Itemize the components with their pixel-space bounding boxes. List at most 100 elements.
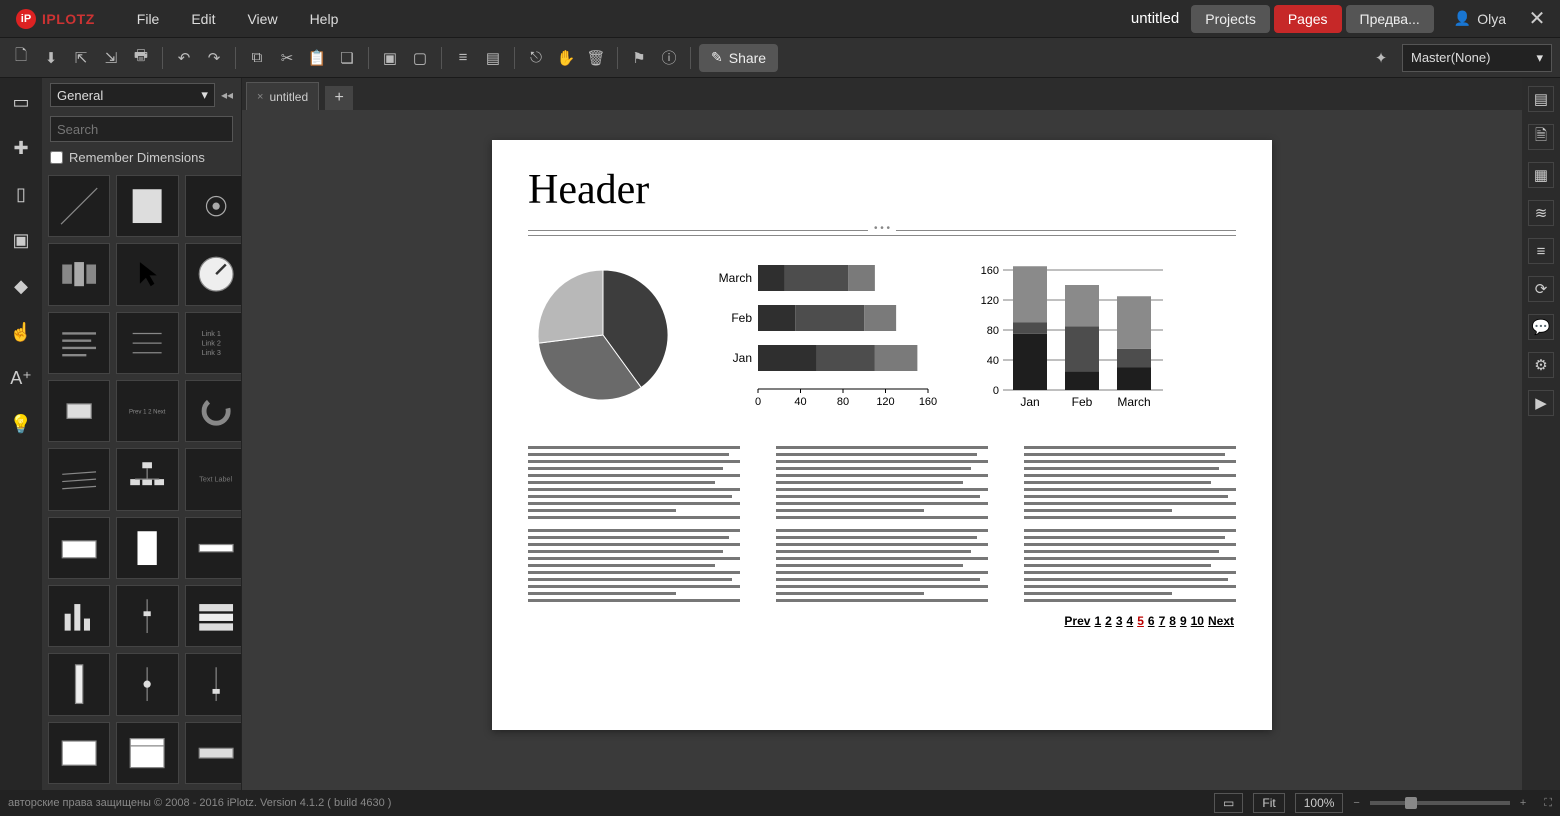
delete-icon[interactable]: 🗑 <box>583 45 609 71</box>
component-sitemap[interactable] <box>116 448 178 510</box>
image-icon[interactable]: ▣ <box>9 228 33 252</box>
mockup-page[interactable]: Header MarchFebJan04080120160 0408012016… <box>492 140 1272 730</box>
info-icon[interactable]: ⓘ <box>656 45 682 71</box>
component-pagination[interactable]: Prev 1 2 Next <box>116 380 178 442</box>
menu-edit[interactable]: Edit <box>179 5 227 33</box>
pages-panel-icon[interactable]: ▤ <box>1528 86 1554 112</box>
projects-button[interactable]: Projects <box>1191 5 1270 33</box>
component-card[interactable] <box>116 175 178 237</box>
component-carousel[interactable] <box>48 243 110 305</box>
pager-link[interactable]: 4 <box>1127 614 1134 628</box>
text-columns[interactable] <box>528 436 1236 602</box>
device-icon[interactable]: ▯ <box>9 182 33 206</box>
component-slider3[interactable] <box>185 653 241 715</box>
component-vslider[interactable] <box>116 585 178 647</box>
pager-link[interactable]: 8 <box>1169 614 1176 628</box>
component-list[interactable] <box>116 312 178 374</box>
duplicate-icon[interactable]: ❏ <box>334 45 360 71</box>
pages-button[interactable]: Pages <box>1274 5 1342 33</box>
horizontal-bar-chart[interactable]: MarchFebJan04080120160 <box>708 260 938 420</box>
remember-dimensions-checkbox[interactable] <box>50 151 63 164</box>
zoom-in-icon[interactable]: + <box>1520 797 1526 809</box>
component-button[interactable] <box>185 722 241 784</box>
text-icon[interactable]: A⁺ <box>9 366 33 390</box>
component-ruler-v[interactable] <box>48 653 110 715</box>
preview-button[interactable]: Предва... <box>1346 5 1434 33</box>
component-table[interactable] <box>48 380 110 442</box>
zoom-value[interactable]: 100% <box>1295 793 1344 813</box>
pager-link[interactable]: 3 <box>1116 614 1123 628</box>
history-icon[interactable]: ⟳ <box>1528 276 1554 302</box>
menu-help[interactable]: Help <box>298 5 351 33</box>
settings-icon[interactable]: ⚙ <box>1528 352 1554 378</box>
magic-icon[interactable]: ✦ <box>1368 45 1394 71</box>
user-chip[interactable]: 👤 Olya <box>1454 10 1506 27</box>
category-select[interactable]: General ▾ <box>50 83 215 107</box>
fullscreen-icon[interactable]: ⛶ <box>1544 797 1552 810</box>
component-line[interactable] <box>48 175 110 237</box>
collapse-panel-button[interactable]: ◂◂ <box>221 88 233 102</box>
master-select[interactable]: Master(None) ▾ <box>1402 44 1552 72</box>
component-page[interactable] <box>116 517 178 579</box>
component-links[interactable]: Link 1Link 2Link 3 <box>185 312 241 374</box>
widgets-icon[interactable]: ▭ <box>9 90 33 114</box>
copy-icon[interactable]: ⧉ <box>244 45 270 71</box>
component-spinner[interactable] <box>185 380 241 442</box>
component-slider2[interactable] <box>116 653 178 715</box>
share-button[interactable]: ✎ Share <box>699 44 778 72</box>
link-icon[interactable]: ⎋ <box>523 45 549 71</box>
pager-link[interactable]: 5 <box>1137 614 1144 628</box>
hand-icon[interactable]: ✋ <box>553 45 579 71</box>
pager-link[interactable]: 2 <box>1105 614 1112 628</box>
canvas[interactable]: Header MarchFebJan04080120160 0408012016… <box>242 110 1522 790</box>
component-textlabel[interactable]: Text Label <box>185 448 241 510</box>
component-barchart[interactable] <box>48 585 110 647</box>
component-radio[interactable] <box>185 175 241 237</box>
component-cursor[interactable] <box>116 243 178 305</box>
undo-icon[interactable]: ↶ <box>171 45 197 71</box>
document-tab[interactable]: × untitled <box>246 82 319 110</box>
paste-icon[interactable]: 📋 <box>304 45 330 71</box>
component-lines[interactable] <box>48 448 110 510</box>
component-tooltip[interactable] <box>48 517 110 579</box>
list-icon[interactable]: ≡ <box>1528 238 1554 264</box>
pie-chart[interactable] <box>528 260 678 410</box>
pager-link[interactable]: 7 <box>1159 614 1166 628</box>
component-window[interactable] <box>48 722 110 784</box>
export-icon[interactable]: ⇱ <box>68 45 94 71</box>
page-header[interactable]: Header <box>528 166 1236 214</box>
group-icon[interactable]: ▣ <box>377 45 403 71</box>
menu-file[interactable]: File <box>125 5 172 33</box>
print-icon[interactable]: 🖶 <box>128 45 154 71</box>
cut-icon[interactable]: ✂ <box>274 45 300 71</box>
pagination[interactable]: Prev12345678910Next <box>528 614 1236 628</box>
component-paragraph[interactable] <box>48 312 110 374</box>
add-tab-button[interactable]: + <box>325 86 353 110</box>
pager-link[interactable]: 1 <box>1094 614 1101 628</box>
shape-icon[interactable]: ◆ <box>9 274 33 298</box>
redo-icon[interactable]: ↷ <box>201 45 227 71</box>
present-icon[interactable]: ▶ <box>1528 390 1554 416</box>
touch-icon[interactable]: ☝ <box>9 320 33 344</box>
responsive-icon[interactable]: ▭ <box>1214 793 1243 813</box>
page-icon[interactable]: 🗎 <box>1528 124 1554 150</box>
menu-view[interactable]: View <box>235 5 289 33</box>
distribute-icon[interactable]: ▤ <box>480 45 506 71</box>
idea-icon[interactable]: 💡 <box>9 412 33 436</box>
align-icon[interactable]: ≡ <box>450 45 476 71</box>
pager-link[interactable]: 6 <box>1148 614 1155 628</box>
search-input[interactable] <box>50 116 233 142</box>
component-calendar[interactable] <box>116 722 178 784</box>
divider[interactable] <box>528 230 1236 236</box>
pager-link[interactable]: Next <box>1208 614 1234 628</box>
import-icon[interactable]: ⇲ <box>98 45 124 71</box>
vertical-bar-chart[interactable]: 04080120160JanFebMarch <box>968 260 1178 420</box>
new-file-icon[interactable]: 🗋 <box>8 45 34 71</box>
zoom-slider[interactable] <box>1370 801 1510 805</box>
template-icon[interactable]: ▦ <box>1528 162 1554 188</box>
component-tabs[interactable] <box>185 585 241 647</box>
pager-link[interactable]: 10 <box>1191 614 1204 628</box>
component-gauge[interactable] <box>185 243 241 305</box>
fit-button[interactable]: Fit <box>1253 793 1284 813</box>
open-icon[interactable]: ⬇ <box>38 45 64 71</box>
